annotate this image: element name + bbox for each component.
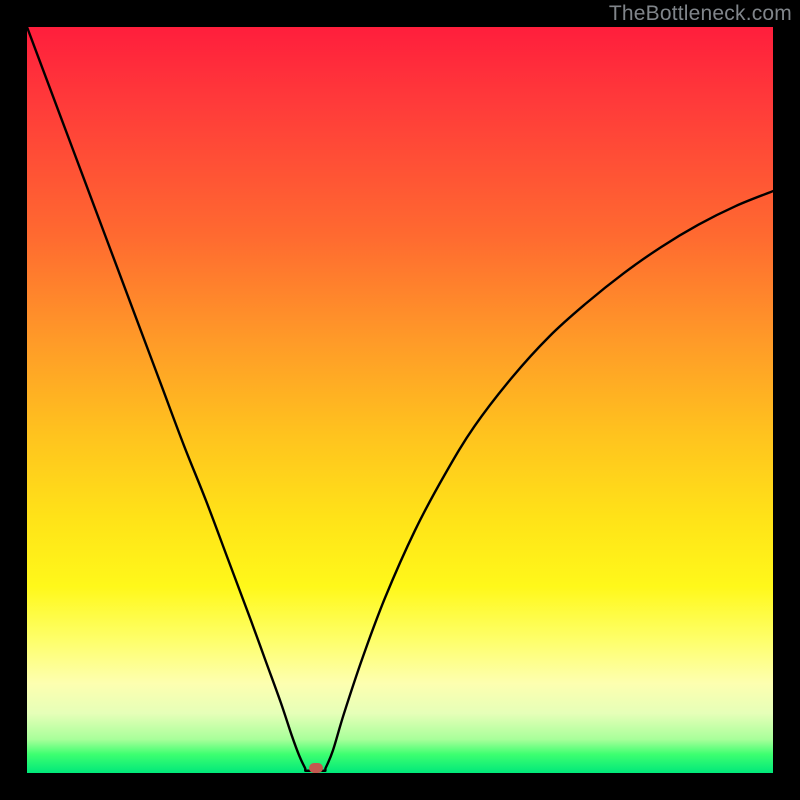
- curve-svg: [27, 27, 773, 773]
- bottleneck-curve: [27, 27, 773, 771]
- chart-frame: TheBottleneck.com: [0, 0, 800, 800]
- plot-area: [27, 27, 773, 773]
- watermark-text: TheBottleneck.com: [609, 2, 792, 26]
- optimal-point-marker: [309, 763, 323, 773]
